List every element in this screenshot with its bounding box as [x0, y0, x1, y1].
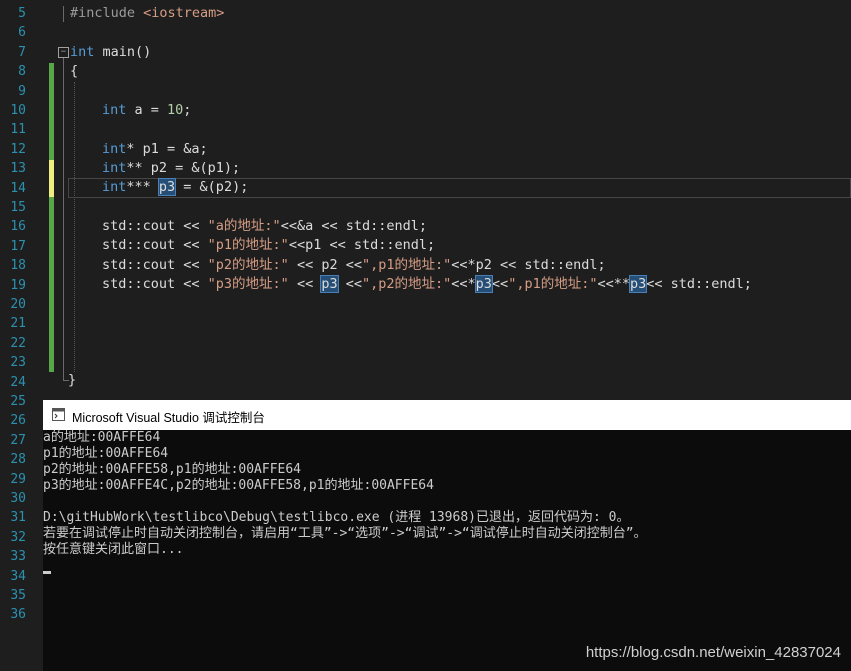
console-line: D:\gitHubWork\testlibco\Debug\testlibco.…	[43, 510, 630, 525]
preprocessor-directive: #include	[70, 5, 144, 21]
code-text: <<	[337, 276, 362, 292]
console-line: 若要在调试停止时自动关闭控制台，请启用“工具”->“选项”->“调试”->“调试…	[43, 526, 647, 541]
code-line-16: std::cout << "a的地址:"<<&a << std::endl;	[102, 217, 427, 237]
code-text: a =	[126, 102, 168, 118]
keyword: int	[102, 160, 127, 176]
include-header: <iostream>	[143, 5, 225, 21]
string-literal: ",p2的地址:"	[361, 276, 452, 292]
console-app-icon	[52, 408, 65, 421]
code-text: = &(p2);	[175, 179, 249, 195]
highlighted-reference: p3	[320, 275, 339, 293]
code-line-17: std::cout << "p1的地址:"<<p1 << std::endl;	[102, 236, 435, 256]
code-text: <<	[288, 276, 322, 292]
string-literal: "p3的地址:"	[207, 276, 289, 292]
console-line: 按任意键关闭此窗口...	[43, 542, 184, 557]
code-text: << std::endl;	[646, 276, 752, 292]
code-text: ***	[126, 179, 159, 195]
code-text: std::cout <<	[102, 257, 208, 273]
number-literal: 10	[167, 102, 184, 118]
code-text: <<	[491, 276, 509, 292]
code-text: ** p2 = &(p1);	[126, 160, 241, 176]
console-cursor	[43, 571, 51, 574]
watermark: https://blog.csdn.net/weixin_42837024	[585, 644, 841, 661]
console-title: Microsoft Visual Studio 调试控制台	[72, 411, 265, 425]
code-text: std::cout <<	[102, 276, 208, 292]
code-text: {	[70, 63, 79, 79]
code-line-10: int a = 10;	[102, 101, 191, 121]
code-text: <<*	[451, 276, 476, 292]
code-line-13: int** p2 = &(p1);	[102, 159, 240, 179]
code-line-14: int*** p3 = &(p2);	[102, 178, 248, 198]
string-literal: ",p1的地址:"	[361, 257, 452, 273]
console-line: p1的地址:00AFFE64	[43, 446, 169, 461]
string-literal: ",p1的地址:"	[508, 276, 598, 292]
keyword: int	[70, 44, 95, 60]
console-line: p2的地址:00AFFE58,p1的地址:00AFFE64	[43, 462, 302, 477]
code-line-12: int* p1 = &a;	[102, 140, 208, 160]
keyword: int	[102, 102, 127, 118]
code-text: <<*p2 << std::endl;	[451, 257, 606, 273]
code-line-5: #include <iostream>	[70, 4, 224, 24]
highlighted-reference: p3	[628, 275, 648, 293]
console-line: p3的地址:00AFFE4C,p2的地址:00AFFE58,p1的地址:00AF…	[43, 478, 434, 493]
code-line-18: std::cout << "p2的地址:" << p2 <<",p1的地址:"<…	[102, 256, 606, 276]
console-line: a的地址:00AFFE64	[43, 430, 161, 445]
code-line-24: }	[68, 371, 76, 391]
console-title-bar[interactable]: Microsoft Visual Studio 调试控制台	[43, 400, 851, 430]
debug-console-window[interactable]: Microsoft Visual Studio 调试控制台 a的地址:00AFF…	[43, 400, 851, 671]
code-text: <<**	[597, 276, 630, 292]
code-text: <<p1 << std::endl;	[288, 237, 436, 253]
string-literal: "p2的地址:"	[207, 257, 289, 273]
code-line-19: std::cout << "p3的地址:" << p3 <<",p2的地址:"<…	[102, 275, 752, 295]
keyword: int	[102, 141, 127, 157]
string-literal: "a的地址:"	[207, 218, 281, 234]
highlighted-reference: p3	[474, 275, 493, 293]
string-literal: "p1的地址:"	[207, 237, 289, 253]
code-text: * p1 = &a;	[126, 141, 208, 157]
code-text: std::cout <<	[102, 218, 208, 234]
code-text: main()	[94, 44, 152, 60]
code-line-8: {	[70, 62, 78, 82]
code-text: <<&a << std::endl;	[280, 218, 427, 234]
keyword: int	[102, 179, 127, 195]
code-text: std::cout <<	[102, 237, 208, 253]
code-line-7: int main()	[70, 43, 151, 63]
highlighted-reference: p3	[157, 178, 177, 196]
code-text: << p2 <<	[288, 257, 362, 273]
code-text: ;	[183, 102, 192, 118]
code-text: }	[68, 372, 77, 388]
